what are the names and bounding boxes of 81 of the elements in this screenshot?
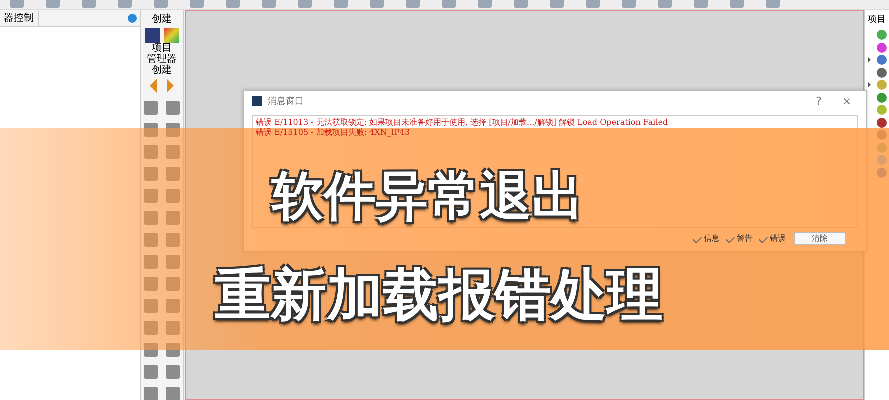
tool-icon[interactable] [144, 211, 158, 225]
tool-icon[interactable] [144, 365, 158, 379]
toolbar-icon[interactable] [622, 0, 636, 8]
node-icon[interactable] [877, 30, 887, 40]
palette-section-title: 创建 [152, 65, 172, 76]
toolbar-icon[interactable] [46, 0, 60, 8]
tool-icon[interactable] [144, 255, 158, 269]
panel-title: 项目 [868, 14, 886, 26]
tool-icon[interactable] [166, 211, 180, 225]
info-icon[interactable] [128, 14, 137, 22]
node-icon[interactable] [877, 105, 887, 116]
tool-icon[interactable] [144, 277, 158, 291]
toolbar-icon[interactable] [154, 0, 168, 8]
tool-icon[interactable] [166, 299, 180, 313]
tool-icon[interactable] [144, 387, 158, 400]
gradient-icon[interactable] [164, 28, 179, 43]
tool-icon[interactable] [144, 343, 158, 357]
toolbar-icon[interactable] [730, 0, 744, 8]
toolbar-icon[interactable] [658, 0, 672, 8]
node-icon[interactable] [877, 42, 887, 53]
tool-icon[interactable] [166, 365, 180, 379]
toolbar-icon[interactable] [478, 0, 492, 8]
filter-checkbox[interactable]: 信息 [695, 233, 720, 244]
tool-icon[interactable] [166, 343, 180, 357]
node-icon[interactable] [877, 168, 887, 178]
toolbar-icon[interactable] [370, 0, 384, 8]
toolbar-icon[interactable] [298, 0, 312, 8]
tool-icon[interactable] [144, 233, 158, 247]
node-icon[interactable] [877, 55, 887, 66]
dialog-title: 消息窗口 [268, 96, 304, 108]
toolbar-icon[interactable] [190, 0, 204, 8]
toolbar-icon[interactable] [694, 0, 708, 8]
tool-icon[interactable] [166, 277, 180, 291]
tool-icon[interactable] [144, 123, 158, 137]
tool-icon[interactable] [144, 189, 158, 203]
close-button[interactable]: × [836, 94, 858, 108]
toolbar-icon[interactable] [262, 0, 276, 8]
node-icon[interactable] [877, 68, 887, 78]
tool-icon[interactable] [166, 189, 180, 203]
node-icon[interactable] [877, 92, 887, 103]
app-icon [252, 96, 262, 106]
error-message: 错误 E/15105 - 加载项目失败: 4XN_IP43 [256, 128, 412, 138]
tool-icon[interactable] [166, 101, 180, 115]
toolbar-icon[interactable] [226, 0, 240, 8]
error-message: 错误 E/11013 - 无法获取锁定: 如果项目未准备好用于使用, 选择 [项目/加载.../解锁] 解锁 Load Operation Failed [256, 118, 670, 128]
tool-icon[interactable] [166, 255, 180, 269]
banner-subtitle: 重新加载报错处理 [215, 262, 663, 330]
node-icon[interactable] [877, 155, 887, 166]
node-icon[interactable] [877, 130, 887, 140]
toolbar-icon[interactable] [334, 0, 348, 8]
toolbar-icon[interactable] [550, 0, 564, 8]
node-icon[interactable] [877, 118, 887, 128]
tool-icon[interactable] [166, 145, 180, 159]
tool-icon[interactable] [166, 233, 180, 247]
toolbar-icon[interactable] [766, 0, 780, 8]
tool-icon[interactable] [166, 167, 180, 181]
toolbar-icon[interactable] [118, 0, 132, 8]
node-icon[interactable] [877, 80, 887, 90]
filter-checkbox[interactable]: 警告 [728, 233, 753, 244]
tool-icon[interactable] [166, 321, 180, 335]
banner-title: 软件异常退出 [272, 166, 584, 229]
toolbar-icon[interactable] [586, 0, 600, 8]
tool-icon[interactable] [144, 167, 158, 181]
tool-icon[interactable] [144, 321, 158, 335]
tool-icon[interactable] [144, 299, 158, 313]
tool-icon[interactable] [166, 123, 180, 137]
palette-section-title: 项目 [152, 43, 172, 54]
palette-section-title: 管理器 [147, 54, 177, 65]
help-button[interactable]: ? [808, 94, 830, 108]
tool-icon[interactable] [144, 145, 158, 159]
filter-checkbox[interactable]: 错误 [761, 233, 786, 244]
clear-button[interactable]: 清除 [794, 232, 846, 245]
toolbar-icon[interactable] [406, 0, 420, 8]
toolbar-icon[interactable] [82, 0, 96, 8]
tool-icon[interactable] [144, 101, 158, 115]
palette-title: 创建 [152, 12, 172, 26]
toolbar-icon[interactable] [10, 0, 24, 8]
tool-icon[interactable] [166, 387, 180, 400]
node-icon[interactable] [877, 142, 887, 153]
toolbar-icon[interactable] [442, 0, 456, 8]
toolbar-icon[interactable] [514, 0, 528, 8]
